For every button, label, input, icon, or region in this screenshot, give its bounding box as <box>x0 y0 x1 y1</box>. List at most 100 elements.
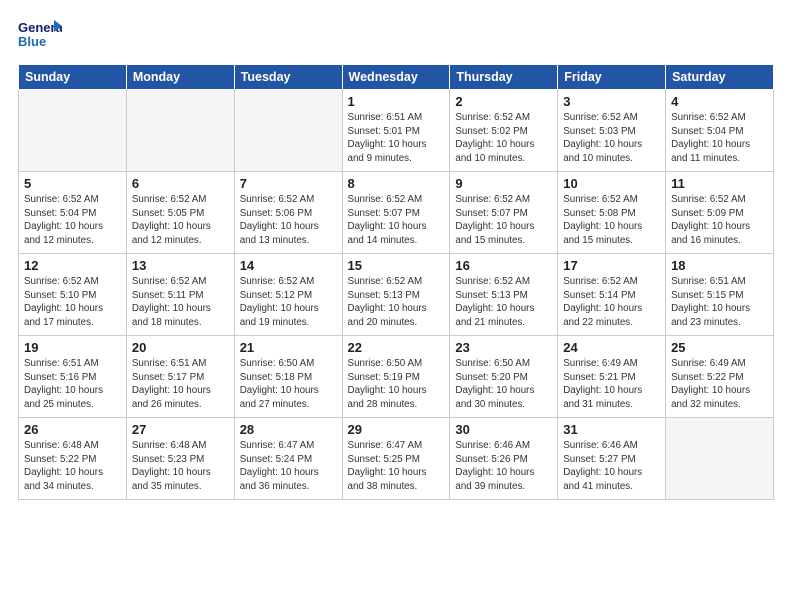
day-number: 9 <box>455 176 552 191</box>
calendar-cell: 29 Sunrise: 6:47 AMSunset: 5:25 PMDayligh… <box>342 418 450 500</box>
day-detail: Sunrise: 6:52 AMSunset: 5:11 PMDaylight:… <box>132 275 229 330</box>
calendar-cell: 19Sunrise: 6:51 AMSunset: 5:16 PMDayligh… <box>19 336 127 418</box>
day-number: 16 <box>455 258 552 273</box>
day-number: 22 <box>348 340 445 355</box>
calendar-cell: 31 Sunrise: 6:46 AMSunset: 5:27 PMDayligh… <box>558 418 666 500</box>
day-number: 27 <box>132 422 229 437</box>
day-number: 1 <box>348 94 445 109</box>
logo-svg: GeneralBlue <box>18 16 62 54</box>
calendar-cell <box>126 90 234 172</box>
calendar-cell <box>234 90 342 172</box>
day-detail: Sunrise: 6:52 AMSunset: 5:07 PMDaylight:… <box>455 193 552 248</box>
calendar-cell: 6 Sunrise: 6:52 AMSunset: 5:05 PMDaylight… <box>126 172 234 254</box>
day-number: 28 <box>240 422 337 437</box>
calendar-cell: 15 Sunrise: 6:52 AMSunset: 5:13 PMDayligh… <box>342 254 450 336</box>
calendar-cell: 21 Sunrise: 6:50 AMSunset: 5:18 PMDayligh… <box>234 336 342 418</box>
day-detail: Sunrise: 6:51 AMSunset: 5:16 PMDaylight:… <box>24 357 121 412</box>
day-detail: Sunrise: 6:46 AMSunset: 5:27 PMDaylight:… <box>563 439 660 494</box>
calendar-header-row: SundayMondayTuesdayWednesdayThursdayFrid… <box>19 65 774 90</box>
day-detail: Sunrise: 6:46 AMSunset: 5:26 PMDaylight:… <box>455 439 552 494</box>
calendar-cell: 1 Sunrise: 6:51 AMSunset: 5:01 PMDaylight… <box>342 90 450 172</box>
svg-text:Blue: Blue <box>18 34 46 49</box>
day-number: 25 <box>671 340 768 355</box>
calendar-cell: 17 Sunrise: 6:52 AMSunset: 5:14 PMDayligh… <box>558 254 666 336</box>
calendar-cell: 12 Sunrise: 6:52 AMSunset: 5:10 PMDayligh… <box>19 254 127 336</box>
day-number: 6 <box>132 176 229 191</box>
calendar-week-4: 26 Sunrise: 6:48 AMSunset: 5:22 PMDayligh… <box>19 418 774 500</box>
calendar-cell: 8 Sunrise: 6:52 AMSunset: 5:07 PMDaylight… <box>342 172 450 254</box>
day-number: 31 <box>563 422 660 437</box>
day-detail: Sunrise: 6:48 AMSunset: 5:23 PMDaylight:… <box>132 439 229 494</box>
day-number: 26 <box>24 422 121 437</box>
day-number: 11 <box>671 176 768 191</box>
calendar-cell: 9 Sunrise: 6:52 AMSunset: 5:07 PMDaylight… <box>450 172 558 254</box>
day-detail: Sunrise: 6:47 AMSunset: 5:24 PMDaylight:… <box>240 439 337 494</box>
calendar-week-3: 19Sunrise: 6:51 AMSunset: 5:16 PMDayligh… <box>19 336 774 418</box>
day-number: 12 <box>24 258 121 273</box>
day-detail: Sunrise: 6:52 AMSunset: 5:08 PMDaylight:… <box>563 193 660 248</box>
calendar-cell: 28 Sunrise: 6:47 AMSunset: 5:24 PMDayligh… <box>234 418 342 500</box>
day-number: 10 <box>563 176 660 191</box>
day-detail: Sunrise: 6:50 AMSunset: 5:18 PMDaylight:… <box>240 357 337 412</box>
calendar-week-0: 1 Sunrise: 6:51 AMSunset: 5:01 PMDaylight… <box>19 90 774 172</box>
day-number: 13 <box>132 258 229 273</box>
day-detail: Sunrise: 6:50 AMSunset: 5:19 PMDaylight:… <box>348 357 445 412</box>
day-detail: Sunrise: 6:52 AMSunset: 5:09 PMDaylight:… <box>671 193 768 248</box>
calendar-cell: 18Sunrise: 6:51 AMSunset: 5:15 PMDayligh… <box>666 254 774 336</box>
day-detail: Sunrise: 6:52 AMSunset: 5:05 PMDaylight:… <box>132 193 229 248</box>
day-detail: Sunrise: 6:52 AMSunset: 5:07 PMDaylight:… <box>348 193 445 248</box>
calendar-table: SundayMondayTuesdayWednesdayThursdayFrid… <box>18 64 774 500</box>
day-detail: Sunrise: 6:52 AMSunset: 5:06 PMDaylight:… <box>240 193 337 248</box>
day-number: 5 <box>24 176 121 191</box>
day-number: 2 <box>455 94 552 109</box>
calendar-cell: 14Sunrise: 6:52 AMSunset: 5:12 PMDayligh… <box>234 254 342 336</box>
calendar-cell: 3Sunrise: 6:52 AMSunset: 5:03 PMDaylight… <box>558 90 666 172</box>
day-number: 7 <box>240 176 337 191</box>
day-detail: Sunrise: 6:50 AMSunset: 5:20 PMDaylight:… <box>455 357 552 412</box>
day-number: 24 <box>563 340 660 355</box>
calendar-week-2: 12 Sunrise: 6:52 AMSunset: 5:10 PMDayligh… <box>19 254 774 336</box>
day-number: 3 <box>563 94 660 109</box>
logo: GeneralBlue <box>18 16 62 54</box>
day-number: 17 <box>563 258 660 273</box>
calendar-cell: 26 Sunrise: 6:48 AMSunset: 5:22 PMDayligh… <box>19 418 127 500</box>
calendar-cell: 7 Sunrise: 6:52 AMSunset: 5:06 PMDaylight… <box>234 172 342 254</box>
day-detail: Sunrise: 6:52 AMSunset: 5:10 PMDaylight:… <box>24 275 121 330</box>
calendar-cell: 30 Sunrise: 6:46 AMSunset: 5:26 PMDayligh… <box>450 418 558 500</box>
day-number: 29 <box>348 422 445 437</box>
calendar-weekday-wednesday: Wednesday <box>342 65 450 90</box>
calendar-cell <box>666 418 774 500</box>
day-detail: Sunrise: 6:51 AMSunset: 5:17 PMDaylight:… <box>132 357 229 412</box>
day-number: 30 <box>455 422 552 437</box>
calendar-cell: 5Sunrise: 6:52 AMSunset: 5:04 PMDaylight… <box>19 172 127 254</box>
calendar-weekday-friday: Friday <box>558 65 666 90</box>
calendar-cell: 2 Sunrise: 6:52 AMSunset: 5:02 PMDaylight… <box>450 90 558 172</box>
page: GeneralBlue SundayMondayTuesdayWednesday… <box>0 0 792 612</box>
day-detail: Sunrise: 6:52 AMSunset: 5:04 PMDaylight:… <box>671 111 768 166</box>
calendar-weekday-monday: Monday <box>126 65 234 90</box>
day-number: 4 <box>671 94 768 109</box>
day-detail: Sunrise: 6:51 AMSunset: 5:15 PMDaylight:… <box>671 275 768 330</box>
calendar-cell: 25Sunrise: 6:49 AMSunset: 5:22 PMDayligh… <box>666 336 774 418</box>
calendar-cell: 22 Sunrise: 6:50 AMSunset: 5:19 PMDayligh… <box>342 336 450 418</box>
day-detail: Sunrise: 6:52 AMSunset: 5:14 PMDaylight:… <box>563 275 660 330</box>
day-detail: Sunrise: 6:52 AMSunset: 5:13 PMDaylight:… <box>348 275 445 330</box>
day-number: 21 <box>240 340 337 355</box>
calendar-weekday-thursday: Thursday <box>450 65 558 90</box>
calendar-cell: 10 Sunrise: 6:52 AMSunset: 5:08 PMDayligh… <box>558 172 666 254</box>
day-detail: Sunrise: 6:48 AMSunset: 5:22 PMDaylight:… <box>24 439 121 494</box>
calendar-weekday-sunday: Sunday <box>19 65 127 90</box>
day-detail: Sunrise: 6:52 AMSunset: 5:13 PMDaylight:… <box>455 275 552 330</box>
day-detail: Sunrise: 6:47 AMSunset: 5:25 PMDaylight:… <box>348 439 445 494</box>
calendar-cell <box>19 90 127 172</box>
day-number: 20 <box>132 340 229 355</box>
day-number: 8 <box>348 176 445 191</box>
day-detail: Sunrise: 6:52 AMSunset: 5:12 PMDaylight:… <box>240 275 337 330</box>
day-number: 15 <box>348 258 445 273</box>
day-number: 23 <box>455 340 552 355</box>
calendar-weekday-tuesday: Tuesday <box>234 65 342 90</box>
calendar-cell: 24Sunrise: 6:49 AMSunset: 5:21 PMDayligh… <box>558 336 666 418</box>
calendar-week-1: 5Sunrise: 6:52 AMSunset: 5:04 PMDaylight… <box>19 172 774 254</box>
day-detail: Sunrise: 6:51 AMSunset: 5:01 PMDaylight:… <box>348 111 445 166</box>
day-detail: Sunrise: 6:52 AMSunset: 5:02 PMDaylight:… <box>455 111 552 166</box>
